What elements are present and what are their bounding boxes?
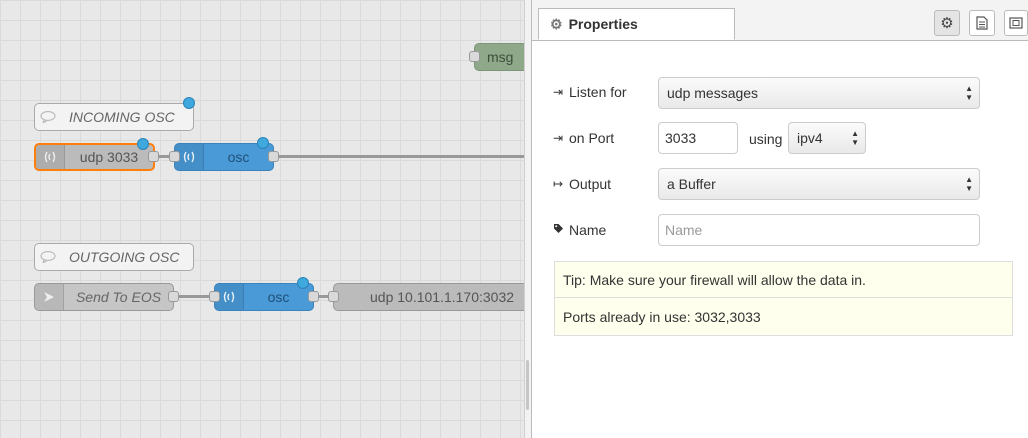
- osc-out-node[interactable]: osc: [209, 277, 319, 311]
- config-panel-button[interactable]: [1004, 10, 1028, 36]
- sign-in-icon: ⇥: [553, 85, 564, 99]
- sign-in-icon: ⇥: [553, 131, 564, 145]
- send-to-eos-label: Send To EOS: [75, 289, 162, 305]
- name-label: Name: [553, 222, 606, 238]
- listen-for-value: udp messages: [667, 85, 759, 101]
- comment-incoming-label: INCOMING OSC: [69, 109, 175, 125]
- send-to-eos-node[interactable]: Send To EOS: [34, 283, 179, 311]
- output-text: Output: [569, 176, 612, 192]
- ip-version-value: ipv4: [797, 130, 823, 146]
- port-input[interactable]: [658, 122, 738, 154]
- osc-in-label: osc: [227, 149, 250, 165]
- using-label: using: [749, 131, 783, 147]
- sidebar-resize-handle[interactable]: [524, 0, 531, 438]
- comment-incoming-osc[interactable]: INCOMING OSC: [34, 97, 195, 131]
- output-select[interactable]: a Buffer ▲ ▼: [658, 168, 980, 200]
- osc-in-output-port[interactable]: [268, 151, 279, 162]
- listen-for-text: Listen for: [569, 84, 627, 100]
- name-input[interactable]: [658, 214, 980, 246]
- changed-indicator: [183, 97, 195, 109]
- sign-out-icon: ↦: [553, 177, 564, 191]
- udp-in-output-port[interactable]: [148, 151, 159, 162]
- sidebar: ⚙ Properties ⚙ ⇥ Listen for udp messages…: [531, 0, 1028, 438]
- msg-node-label: msg: [487, 49, 514, 65]
- tab-properties[interactable]: ⚙ Properties: [538, 8, 735, 40]
- osc-in-node[interactable]: osc: [169, 137, 279, 171]
- osc-out-label: osc: [267, 289, 290, 305]
- firewall-tip-text: Tip: Make sure your firewall will allow …: [563, 271, 866, 288]
- resize-grip: [526, 360, 529, 410]
- osc-out-input-port[interactable]: [209, 291, 220, 302]
- changed-indicator: [257, 137, 269, 149]
- on-port-text: on Port: [569, 130, 615, 146]
- ports-in-use-note: Ports already in use: 3032,3033: [554, 298, 1013, 336]
- flow-workspace[interactable]: msg INCOMING OSC udp 3033 osc OUTGOING O…: [0, 0, 528, 438]
- udp-signal-icon: [36, 145, 65, 169]
- name-text: Name: [569, 222, 607, 238]
- changed-indicator: [137, 138, 149, 150]
- link-out-icon: [35, 284, 64, 310]
- wire-osc-to-right[interactable]: [273, 155, 528, 158]
- listen-for-label: ⇥ Listen for: [553, 84, 627, 100]
- changed-indicator: [297, 277, 309, 289]
- msg-input-port[interactable]: [469, 51, 480, 62]
- osc-out-output-port[interactable]: [308, 291, 319, 302]
- info-panel-button[interactable]: ⚙: [934, 10, 960, 36]
- ip-version-select[interactable]: ipv4 ▲ ▼: [788, 122, 866, 154]
- wire-send-to-osc[interactable]: [174, 295, 214, 298]
- sidebar-tab-bar: ⚙ Properties ⚙: [532, 0, 1028, 41]
- send-to-eos-output-port[interactable]: [168, 291, 179, 302]
- udp-out-node[interactable]: udp 10.101.1.170:3032: [328, 283, 528, 311]
- on-port-label: ⇥ on Port: [553, 130, 614, 146]
- output-value: a Buffer: [667, 176, 716, 192]
- gear-icon: ⚙: [940, 15, 954, 32]
- udp-out-input-port[interactable]: [328, 291, 339, 302]
- comment-outgoing-label: OUTGOING OSC: [69, 249, 180, 265]
- tag-icon: [553, 223, 565, 237]
- help-panel-button[interactable]: [969, 10, 995, 36]
- comment-icon: [35, 104, 61, 130]
- udp-in-label: udp 3033: [79, 149, 139, 165]
- comment-outgoing-osc[interactable]: OUTGOING OSC: [34, 243, 194, 271]
- osc-in-input-port[interactable]: [169, 151, 180, 162]
- select-arrows-icon: ▲ ▼: [965, 84, 973, 102]
- firewall-tip: Tip: Make sure your firewall will allow …: [554, 261, 1013, 298]
- output-label: ↦ Output: [553, 176, 611, 192]
- udp-in-node[interactable]: udp 3033: [34, 138, 159, 171]
- msg-node[interactable]: msg: [469, 43, 528, 71]
- select-arrows-icon: ▲ ▼: [965, 175, 973, 193]
- comment-icon: [35, 244, 61, 270]
- document-icon: [976, 16, 988, 30]
- select-arrows-icon: ▲ ▼: [851, 129, 859, 147]
- udp-out-label: udp 10.101.1.170:3032: [370, 289, 515, 305]
- tab-properties-label: Properties: [568, 16, 638, 32]
- ports-in-use-text: Ports already in use: 3032,3033: [563, 308, 761, 325]
- frame-icon: [1009, 17, 1023, 29]
- gear-icon: ⚙: [550, 15, 563, 32]
- listen-for-select[interactable]: udp messages ▲ ▼: [658, 77, 980, 109]
